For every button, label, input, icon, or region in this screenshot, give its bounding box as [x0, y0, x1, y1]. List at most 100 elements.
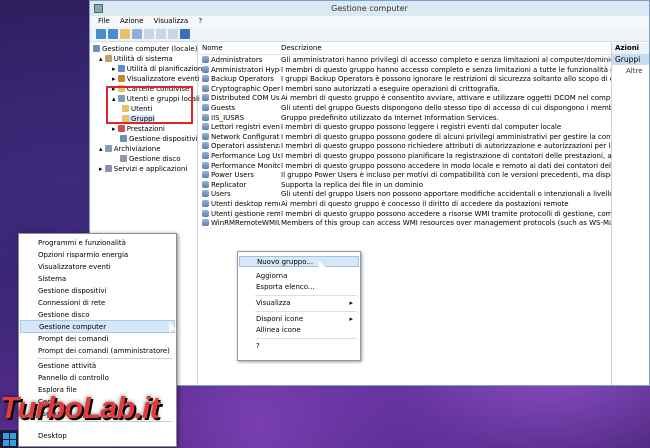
winx-item-desktop[interactable]: Desktop	[20, 430, 175, 442]
group-description: I gruppi Backup Operators è possono igno…	[281, 75, 611, 84]
start-button[interactable]	[0, 430, 18, 448]
tree-item-task-scheduler[interactable]: ▸ Utilità di pianificazione	[112, 65, 207, 74]
group-icon	[202, 56, 209, 63]
tree-item-services-apps[interactable]: ▸ Servizi e applicazioni	[99, 165, 187, 174]
expand-arrow-icon: ▸	[112, 65, 118, 73]
table-row[interactable]: WinRMRemoteWMIU...Members of this group …	[200, 219, 611, 228]
menu-separator	[255, 338, 357, 339]
actions-more[interactable]: Altre	[612, 67, 649, 75]
context-item-refresh[interactable]: Aggiorna	[239, 271, 359, 282]
winx-item-event-viewer[interactable]: Visualizzatore eventi	[20, 261, 175, 273]
group-icon	[202, 142, 209, 150]
menu-azione[interactable]: Azione	[120, 17, 143, 25]
winx-item-network-connections[interactable]: Connessioni di rete	[20, 297, 175, 309]
table-row[interactable]: IIS_IUSRS Gruppo predefinito utilizzato d…	[200, 113, 611, 123]
computer-management-icon	[94, 4, 103, 13]
winx-item-device-manager[interactable]: Gestione dispositivi	[20, 285, 175, 297]
table-row[interactable]: Backup Operators I gruppi Backup Operator…	[200, 75, 611, 84]
context-item-align-icons[interactable]: Allinea icone	[239, 325, 359, 336]
export-icon[interactable]	[156, 29, 166, 39]
highlight-box	[106, 86, 193, 124]
group-name: Utenti gestione remota	[211, 209, 280, 218]
tree-item-device-manager[interactable]: Gestione dispositivi	[120, 135, 197, 144]
group-description: I membri di questo gruppo possono accede…	[281, 161, 611, 170]
context-item-help[interactable]: ?	[239, 341, 359, 352]
tree-item-system-tools[interactable]: ▴ Utilità di sistema	[99, 55, 173, 64]
winx-item-control-panel[interactable]: Pannello di controllo	[20, 372, 175, 384]
table-row[interactable]: Operatori assistenza c...I membri di que…	[200, 142, 611, 151]
table-row[interactable]: Replicator Supporta la replica dei file i…	[200, 180, 611, 190]
device-manager-icon	[120, 135, 127, 142]
table-row[interactable]: Administrators Gli amministratori hanno p…	[200, 56, 611, 65]
group-description: Gli utenti del gruppo Guests dispongono …	[281, 104, 611, 112]
properties-icon[interactable]	[168, 29, 178, 39]
group-icon	[202, 94, 209, 102]
back-icon[interactable]	[96, 29, 106, 39]
winx-item-command-prompt[interactable]: Prompt dei comandi	[20, 333, 175, 345]
group-name: Cryptographic Operat...	[211, 84, 280, 93]
forward-icon[interactable]	[108, 29, 118, 39]
menu-separator	[255, 311, 357, 312]
winx-item-command-prompt-admin[interactable]: Prompt dei comandi (amministratore)	[20, 345, 175, 357]
group-description: I membri di questo gruppo possono godere…	[281, 132, 611, 141]
actions-section-groups[interactable]: Gruppi	[612, 54, 649, 65]
group-description: Members of this group can access WMI res…	[281, 219, 611, 228]
table-row[interactable]: Distributed COM UsersAi membri di questo…	[200, 94, 611, 103]
column-header-name[interactable]: Nome	[202, 43, 223, 54]
list-header: Nome Descrizione	[200, 43, 611, 55]
table-row[interactable]: Network Configuratio...I membri di quest…	[200, 132, 611, 142]
table-row[interactable]: Utenti desktop remotoAi membri di questo…	[200, 200, 611, 209]
group-description: I membri di questo gruppo possono richie…	[281, 142, 611, 151]
winx-item-system[interactable]: Sistema	[20, 273, 175, 285]
table-row[interactable]: Performance Monitor ...I membri di quest…	[200, 161, 611, 171]
show-tree-icon[interactable]	[132, 29, 142, 39]
folder-up-icon[interactable]	[120, 29, 130, 39]
submenu-arrow-icon: ▸	[349, 299, 353, 307]
windows-logo-icon	[3, 433, 9, 439]
scheduler-icon	[117, 65, 125, 72]
menu-file[interactable]: File	[98, 17, 110, 25]
winx-item-programs[interactable]: Programmi e funzionalità	[20, 237, 175, 249]
table-row[interactable]: Users Gli utenti del gruppo Users non pos…	[200, 190, 611, 199]
group-description: Il gruppo Power Users è incluso per moti…	[281, 171, 611, 180]
table-row[interactable]: Amministratori Hyper-...I membri di ques…	[200, 65, 611, 75]
table-row[interactable]: Power Users Il gruppo Power Users è inclu…	[200, 171, 611, 180]
group-description: I membri di questo gruppo possono legger…	[281, 123, 562, 132]
table-row[interactable]: Lettori registri eventi I membri di quest…	[200, 123, 611, 132]
storage-icon	[104, 145, 112, 152]
table-row[interactable]: Cryptographic Operat...I membri sono aut…	[200, 84, 611, 94]
help-icon[interactable]	[180, 29, 190, 39]
group-icon	[202, 113, 209, 121]
group-icon	[202, 209, 209, 217]
tree-item-storage[interactable]: ▴ Archiviazione	[99, 145, 161, 154]
context-item-export-list[interactable]: Esporta elenco...	[239, 282, 359, 293]
column-header-description[interactable]: Descrizione	[281, 43, 322, 54]
actions-header: Azioni	[612, 43, 649, 54]
group-name: Lettori registri eventi	[211, 123, 280, 132]
window-titlebar[interactable]: Gestione computer	[90, 1, 649, 16]
winx-item-task-manager[interactable]: Gestione attività	[20, 360, 175, 372]
menu-visualizza[interactable]: Visualizza	[154, 17, 188, 25]
refresh-icon[interactable]	[144, 29, 154, 39]
menu-help[interactable]: ?	[198, 17, 202, 25]
context-item-new-group[interactable]: Nuovo gruppo...	[239, 256, 359, 267]
tree-item-disk-management[interactable]: Gestione disco	[120, 155, 181, 164]
tree-item-computer-management[interactable]: Gestione computer (locale)	[93, 45, 197, 54]
submenu-arrow-icon: ▸	[349, 315, 353, 323]
tree-item-performance[interactable]: ▸ Prestazioni	[112, 125, 165, 134]
group-description: Ai membri di questo gruppo è consentito …	[281, 94, 611, 103]
tree-item-event-viewer[interactable]: ▸ Visualizzatore eventi	[112, 75, 199, 84]
table-row[interactable]: Performance Log UsersI membri di questo …	[200, 152, 611, 161]
group-name: IIS_IUSRS	[211, 113, 245, 122]
table-row[interactable]: Guests Gli utenti del gruppo Guests dispo…	[200, 104, 611, 113]
winx-item-power-options[interactable]: Opzioni risparmio energia	[20, 249, 175, 261]
winx-item-computer-management[interactable]: Gestione computer	[20, 320, 175, 333]
services-icon	[104, 165, 112, 172]
group-icon	[202, 123, 209, 131]
table-row[interactable]: Utenti gestione remotaI membri di questo…	[200, 209, 611, 219]
menu-separator	[37, 358, 172, 359]
group-icon	[202, 84, 209, 92]
group-icon	[202, 152, 209, 159]
context-item-arrange-icons[interactable]: Disponi icone ▸	[239, 314, 359, 325]
context-item-view[interactable]: Visualizza ▸	[239, 298, 359, 309]
